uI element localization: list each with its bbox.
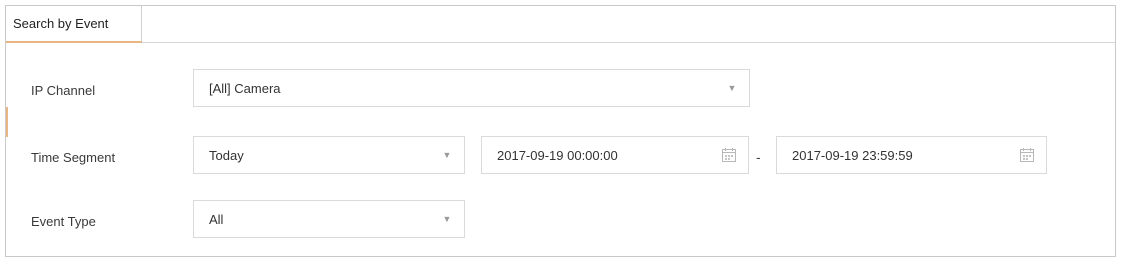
- tab-label: Search by Event: [13, 16, 109, 31]
- time-segment-value: Today: [209, 148, 244, 163]
- end-time-input[interactable]: 2017-09-19 23:59:59: [776, 136, 1047, 174]
- tab-search-by-event[interactable]: Search by Event: [6, 6, 142, 43]
- event-type-value: All: [209, 212, 224, 227]
- active-tab-indicator: [6, 41, 142, 43]
- calendar-icon[interactable]: [722, 148, 736, 162]
- ip-channel-select[interactable]: [All] Camera ▼: [193, 69, 750, 107]
- tab-strip: Search by Event: [6, 6, 1115, 43]
- chevron-down-icon: ▼: [727, 83, 737, 93]
- time-segment-label: Time Segment: [31, 150, 116, 165]
- search-by-event-panel: Search by Event IP Channel [All] Camera …: [5, 5, 1116, 257]
- time-range-separator: -: [756, 149, 761, 165]
- start-time-value: 2017-09-19 00:00:00: [497, 148, 618, 163]
- start-time-input[interactable]: 2017-09-19 00:00:00: [481, 136, 749, 174]
- ip-channel-value: [All] Camera: [209, 81, 281, 96]
- event-type-label: Event Type: [31, 214, 96, 229]
- chevron-down-icon: ▼: [442, 150, 452, 160]
- event-type-select[interactable]: All ▼: [193, 200, 465, 238]
- ip-channel-label: IP Channel: [31, 83, 96, 98]
- time-segment-select[interactable]: Today ▼: [193, 136, 465, 174]
- end-time-value: 2017-09-19 23:59:59: [792, 148, 913, 163]
- calendar-icon[interactable]: [1020, 148, 1034, 162]
- side-marker: [6, 107, 8, 137]
- chevron-down-icon: ▼: [442, 214, 452, 224]
